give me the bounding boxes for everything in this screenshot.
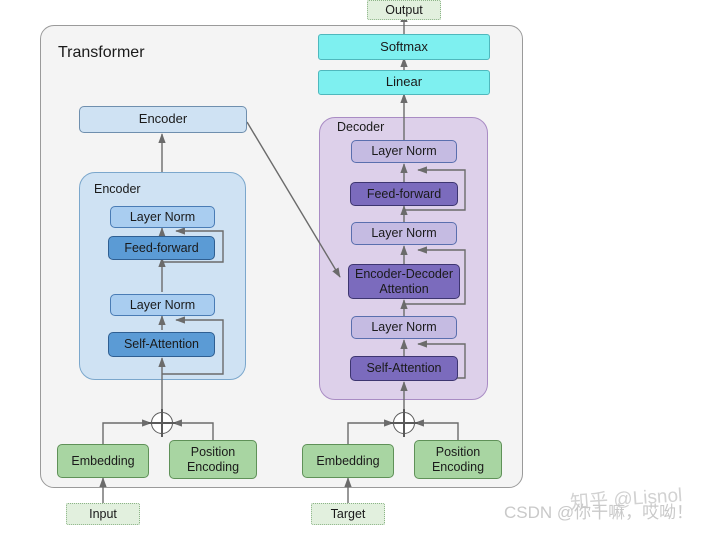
target-pe-line1: Position	[435, 445, 481, 460]
encdec-attention-line1: Encoder-Decoder	[355, 267, 453, 282]
linear-block[interactable]: Linear	[318, 70, 490, 95]
source-pe-line2: Encoding	[186, 459, 240, 474]
output-node[interactable]: Output	[367, 0, 441, 20]
decoder-self-attention[interactable]: Self-Attention	[350, 356, 458, 381]
encoder-summary-block[interactable]: Encoder	[79, 106, 247, 133]
decoder-layer-norm-1[interactable]: Layer Norm	[351, 316, 457, 339]
csdn-watermark: CSDN @你干嘛，哎呦！	[504, 503, 694, 522]
encoder-feed-forward[interactable]: Feed-forward	[108, 236, 215, 260]
input-node[interactable]: Input	[66, 503, 140, 525]
decoder-layer-norm-3[interactable]: Layer Norm	[351, 140, 457, 163]
target-embedding-block[interactable]: Embedding	[302, 444, 394, 478]
decoder-feed-forward[interactable]: Feed-forward	[350, 182, 458, 206]
target-position-encoding-block[interactable]: Position Encoding	[414, 440, 502, 479]
encoder-self-attention[interactable]: Self-Attention	[108, 332, 215, 357]
target-sum-node	[390, 409, 418, 437]
decoder-stack-label: Decoder	[337, 120, 385, 134]
diagram-canvas: Transformer Encoder Decoder Output Softm…	[0, 0, 720, 535]
encdec-attention-line2: Attention	[379, 281, 429, 296]
encoder-layer-norm-1[interactable]: Layer Norm	[110, 294, 215, 316]
source-pe-line1: Position	[190, 445, 236, 460]
softmax-block[interactable]: Softmax	[318, 34, 490, 60]
source-sum-node	[148, 409, 176, 437]
target-node[interactable]: Target	[311, 503, 385, 525]
source-embedding-block[interactable]: Embedding	[57, 444, 149, 478]
encoder-stack-label: Encoder	[94, 182, 141, 196]
source-position-encoding-block[interactable]: Position Encoding	[169, 440, 257, 479]
encoder-layer-norm-2[interactable]: Layer Norm	[110, 206, 215, 228]
target-pe-line2: Encoding	[431, 459, 485, 474]
decoder-encoder-decoder-attention[interactable]: Encoder-Decoder Attention	[348, 264, 460, 299]
transformer-title: Transformer	[58, 44, 145, 61]
decoder-layer-norm-2[interactable]: Layer Norm	[351, 222, 457, 245]
